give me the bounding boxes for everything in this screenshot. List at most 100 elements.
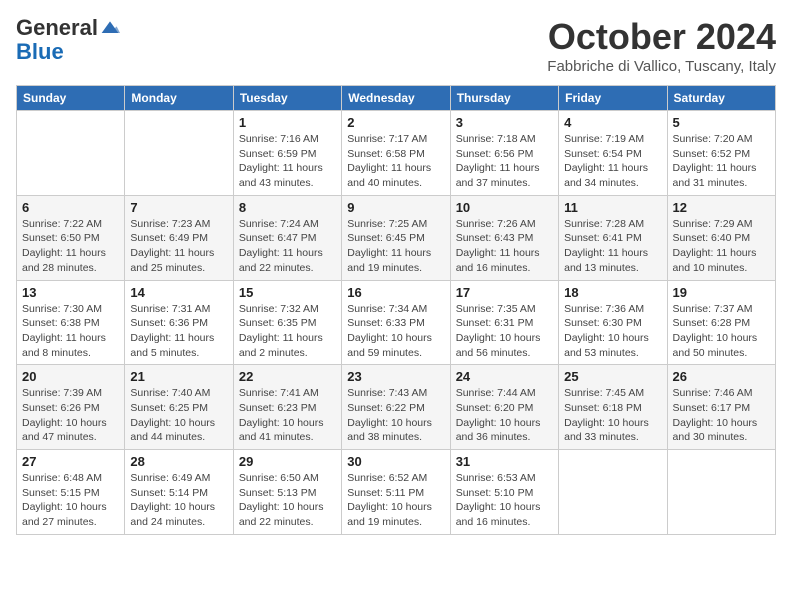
day-number: 15: [239, 285, 336, 300]
day-info: Sunrise: 7:43 AM Sunset: 6:22 PM Dayligh…: [347, 386, 444, 445]
day-info: Sunrise: 7:34 AM Sunset: 6:33 PM Dayligh…: [347, 302, 444, 361]
day-number: 8: [239, 200, 336, 215]
day-cell: 19 Sunrise: 7:37 AM Sunset: 6:28 PM Dayli…: [667, 280, 775, 365]
day-cell: 1 Sunrise: 7:16 AM Sunset: 6:59 PM Daylig…: [233, 111, 341, 196]
day-number: 10: [456, 200, 553, 215]
week-row-4: 20Sunrise: 7:39 AM Sunset: 6:26 PM Dayli…: [17, 365, 776, 450]
col-header-saturday: Saturday: [667, 86, 775, 111]
col-header-friday: Friday: [559, 86, 667, 111]
day-number: 18: [564, 285, 661, 300]
day-cell: 11Sunrise: 7:28 AM Sunset: 6:41 PM Dayli…: [559, 195, 667, 280]
week-row-1: 1 Sunrise: 7:16 AM Sunset: 6:59 PM Daylig…: [17, 111, 776, 196]
day-info: Sunrise: 7:29 AM Sunset: 6:40 PM Dayligh…: [673, 217, 770, 276]
calendar-table: SundayMondayTuesdayWednesdayThursdayFrid…: [16, 85, 776, 535]
logo-general: General: [16, 16, 98, 40]
day-info: Sunrise: 7:37 AM Sunset: 6:28 PM Dayligh…: [673, 302, 770, 361]
day-cell: 27 Sunrise: 6:48 AM Sunset: 5:15 PM Dayli…: [17, 450, 125, 535]
day-number: 31: [456, 454, 553, 469]
logo: General Blue: [16, 16, 120, 64]
day-cell: 28 Sunrise: 6:49 AM Sunset: 5:14 PM Dayli…: [125, 450, 233, 535]
week-row-5: 27 Sunrise: 6:48 AM Sunset: 5:15 PM Dayli…: [17, 450, 776, 535]
day-number: 1: [239, 115, 336, 130]
location-title: Fabbriche di Vallico, Tuscany, Italy: [547, 58, 776, 75]
day-number: 2: [347, 115, 444, 130]
day-number: 14: [130, 285, 227, 300]
day-cell: 10 Sunrise: 7:26 AM Sunset: 6:43 PM Dayli…: [450, 195, 558, 280]
day-cell: 2 Sunrise: 7:17 AM Sunset: 6:58 PM Daylig…: [342, 111, 450, 196]
col-header-monday: Monday: [125, 86, 233, 111]
day-cell: 6 Sunrise: 7:22 AM Sunset: 6:50 PM Daylig…: [17, 195, 125, 280]
day-cell: 21 Sunrise: 7:40 AM Sunset: 6:25 PM Dayli…: [125, 365, 233, 450]
day-info: Sunrise: 7:40 AM Sunset: 6:25 PM Dayligh…: [130, 386, 227, 445]
day-info: Sunrise: 6:50 AM Sunset: 5:13 PM Dayligh…: [239, 471, 336, 530]
day-number: 5: [673, 115, 770, 130]
col-header-thursday: Thursday: [450, 86, 558, 111]
day-cell: 24 Sunrise: 7:44 AM Sunset: 6:20 PM Dayli…: [450, 365, 558, 450]
day-cell: 16 Sunrise: 7:34 AM Sunset: 6:33 PM Dayli…: [342, 280, 450, 365]
col-header-sunday: Sunday: [17, 86, 125, 111]
day-info: Sunrise: 7:36 AM Sunset: 6:30 PM Dayligh…: [564, 302, 661, 361]
day-number: 12: [673, 200, 770, 215]
day-cell: 22 Sunrise: 7:41 AM Sunset: 6:23 PM Dayli…: [233, 365, 341, 450]
day-number: 26: [673, 369, 770, 384]
day-info: Sunrise: 7:16 AM Sunset: 6:59 PM Dayligh…: [239, 132, 336, 191]
day-info: Sunrise: 7:18 AM Sunset: 6:56 PM Dayligh…: [456, 132, 553, 191]
day-cell: 30Sunrise: 6:52 AM Sunset: 5:11 PM Dayli…: [342, 450, 450, 535]
day-number: 17: [456, 285, 553, 300]
day-cell: 17 Sunrise: 7:35 AM Sunset: 6:31 PM Dayli…: [450, 280, 558, 365]
day-cell: 18 Sunrise: 7:36 AM Sunset: 6:30 PM Dayli…: [559, 280, 667, 365]
day-info: Sunrise: 7:30 AM Sunset: 6:38 PM Dayligh…: [22, 302, 119, 361]
col-header-tuesday: Tuesday: [233, 86, 341, 111]
day-number: 11: [564, 200, 661, 215]
col-header-wednesday: Wednesday: [342, 86, 450, 111]
day-info: Sunrise: 7:31 AM Sunset: 6:36 PM Dayligh…: [130, 302, 227, 361]
day-number: 24: [456, 369, 553, 384]
day-info: Sunrise: 7:22 AM Sunset: 6:50 PM Dayligh…: [22, 217, 119, 276]
logo-icon: [100, 18, 120, 38]
day-info: Sunrise: 7:41 AM Sunset: 6:23 PM Dayligh…: [239, 386, 336, 445]
day-number: 21: [130, 369, 227, 384]
day-number: 22: [239, 369, 336, 384]
day-cell: 20Sunrise: 7:39 AM Sunset: 6:26 PM Dayli…: [17, 365, 125, 450]
day-info: Sunrise: 7:25 AM Sunset: 6:45 PM Dayligh…: [347, 217, 444, 276]
day-cell: 14 Sunrise: 7:31 AM Sunset: 6:36 PM Dayli…: [125, 280, 233, 365]
week-row-3: 13Sunrise: 7:30 AM Sunset: 6:38 PM Dayli…: [17, 280, 776, 365]
day-info: Sunrise: 6:48 AM Sunset: 5:15 PM Dayligh…: [22, 471, 119, 530]
day-info: Sunrise: 7:45 AM Sunset: 6:18 PM Dayligh…: [564, 386, 661, 445]
header-row: SundayMondayTuesdayWednesdayThursdayFrid…: [17, 86, 776, 111]
day-number: 25: [564, 369, 661, 384]
day-info: Sunrise: 6:49 AM Sunset: 5:14 PM Dayligh…: [130, 471, 227, 530]
day-info: Sunrise: 7:26 AM Sunset: 6:43 PM Dayligh…: [456, 217, 553, 276]
day-cell: [17, 111, 125, 196]
day-number: 4: [564, 115, 661, 130]
day-info: Sunrise: 7:35 AM Sunset: 6:31 PM Dayligh…: [456, 302, 553, 361]
day-number: 3: [456, 115, 553, 130]
page-header: General Blue October 2024 Fabbriche di V…: [16, 16, 776, 75]
day-cell: 15 Sunrise: 7:32 AM Sunset: 6:35 PM Dayli…: [233, 280, 341, 365]
title-block: October 2024 Fabbriche di Vallico, Tusca…: [547, 16, 776, 75]
day-info: Sunrise: 7:46 AM Sunset: 6:17 PM Dayligh…: [673, 386, 770, 445]
day-info: Sunrise: 7:17 AM Sunset: 6:58 PM Dayligh…: [347, 132, 444, 191]
day-info: Sunrise: 7:19 AM Sunset: 6:54 PM Dayligh…: [564, 132, 661, 191]
day-info: Sunrise: 7:44 AM Sunset: 6:20 PM Dayligh…: [456, 386, 553, 445]
day-info: Sunrise: 7:23 AM Sunset: 6:49 PM Dayligh…: [130, 217, 227, 276]
day-number: 16: [347, 285, 444, 300]
logo-blue: Blue: [16, 39, 64, 64]
day-number: 9: [347, 200, 444, 215]
day-info: Sunrise: 6:53 AM Sunset: 5:10 PM Dayligh…: [456, 471, 553, 530]
day-info: Sunrise: 7:32 AM Sunset: 6:35 PM Dayligh…: [239, 302, 336, 361]
day-number: 6: [22, 200, 119, 215]
day-cell: [667, 450, 775, 535]
day-cell: 31 Sunrise: 6:53 AM Sunset: 5:10 PM Dayli…: [450, 450, 558, 535]
day-info: Sunrise: 7:39 AM Sunset: 6:26 PM Dayligh…: [22, 386, 119, 445]
day-number: 29: [239, 454, 336, 469]
day-cell: 13Sunrise: 7:30 AM Sunset: 6:38 PM Dayli…: [17, 280, 125, 365]
week-row-2: 6 Sunrise: 7:22 AM Sunset: 6:50 PM Daylig…: [17, 195, 776, 280]
day-cell: 3 Sunrise: 7:18 AM Sunset: 6:56 PM Daylig…: [450, 111, 558, 196]
day-number: 27: [22, 454, 119, 469]
day-cell: 29 Sunrise: 6:50 AM Sunset: 5:13 PM Dayli…: [233, 450, 341, 535]
day-number: 28: [130, 454, 227, 469]
day-number: 19: [673, 285, 770, 300]
day-cell: 8Sunrise: 7:24 AM Sunset: 6:47 PM Daylig…: [233, 195, 341, 280]
day-cell: 9 Sunrise: 7:25 AM Sunset: 6:45 PM Daylig…: [342, 195, 450, 280]
